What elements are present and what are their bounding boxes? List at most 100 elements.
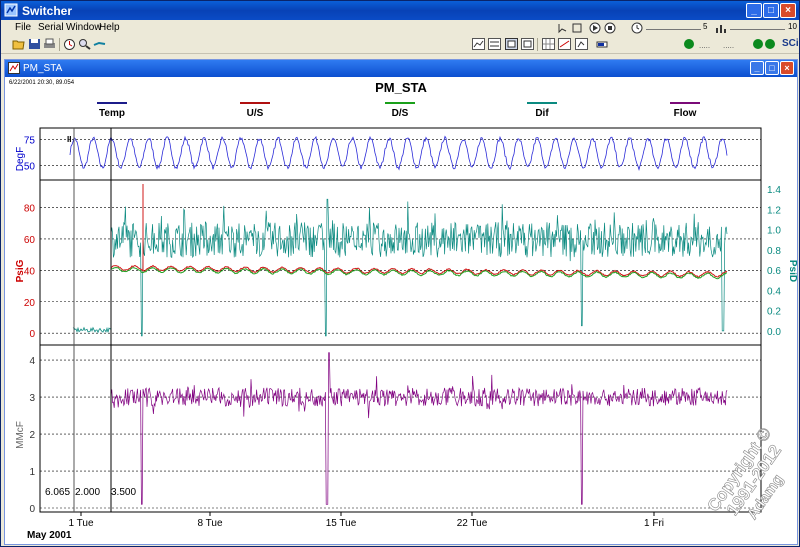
legend-label-2: D/S bbox=[392, 108, 409, 119]
flow-series-line bbox=[110, 352, 728, 505]
timestamp-readout: 6/22/2001 20:30, 89.054 bbox=[9, 80, 75, 86]
stop-icon[interactable] bbox=[604, 22, 616, 34]
tick-psid: 0.8 bbox=[767, 246, 781, 257]
tick-flow: 0 bbox=[29, 504, 35, 515]
battery-icon[interactable] bbox=[596, 38, 609, 50]
legend-label-3: Dif bbox=[535, 108, 549, 119]
clock-icon[interactable] bbox=[631, 22, 643, 34]
chart-title: PM_STA bbox=[375, 80, 427, 95]
chart-view-icon-1[interactable] bbox=[472, 38, 485, 50]
legend-label-4: Flow bbox=[674, 108, 697, 119]
panel-frames bbox=[39, 127, 762, 513]
status-led-1 bbox=[684, 39, 694, 49]
tick-flow: 1 bbox=[29, 467, 35, 478]
play-icon[interactable] bbox=[589, 22, 601, 34]
x-tick-label-3: 22 Tue bbox=[457, 518, 488, 529]
mmcf-axis-label: MMcF bbox=[15, 421, 26, 449]
toolbar-separator bbox=[59, 38, 60, 51]
menu-file[interactable]: File bbox=[15, 22, 31, 33]
temp-series-line bbox=[69, 135, 728, 171]
plot-frame bbox=[39, 127, 762, 513]
menu-bar: File Serial Window Help 5 10 bbox=[1, 20, 799, 35]
menu-serial[interactable]: Serial bbox=[38, 22, 64, 33]
title-bar[interactable]: Switcher _ □ × bbox=[1, 1, 799, 20]
marker-value-1: 6.065 bbox=[45, 487, 70, 498]
dif-series-line bbox=[110, 198, 728, 337]
tick-psid: 1.4 bbox=[767, 185, 781, 196]
range-max: 10 bbox=[788, 22, 797, 31]
grid-lines bbox=[40, 139, 761, 509]
tick-temp: 75 bbox=[24, 135, 36, 146]
cursor-icon[interactable] bbox=[558, 24, 567, 34]
tick-flow: 3 bbox=[29, 393, 35, 404]
chart-view-icon-3[interactable] bbox=[505, 38, 518, 50]
x-tick-label-1: 8 Tue bbox=[197, 518, 222, 529]
dif-prestart-line bbox=[72, 326, 112, 334]
tick-psid: 0.4 bbox=[767, 286, 781, 297]
open-folder-icon[interactable] bbox=[12, 38, 25, 50]
copyright-watermark: Copyright © 1991-2012 Adamg bbox=[703, 424, 787, 523]
status-led-3 bbox=[765, 39, 775, 49]
doc-close-button[interactable]: × bbox=[780, 61, 794, 75]
marker-value-3: 3.500 bbox=[111, 487, 136, 498]
export-icon[interactable] bbox=[575, 38, 588, 50]
tick-psid: 0.0 bbox=[767, 327, 781, 338]
status-dots-2: ..... bbox=[723, 41, 735, 50]
legend: Temp U/S D/S Dif Flow bbox=[97, 102, 700, 119]
minimize-button[interactable]: _ bbox=[746, 3, 762, 18]
connect-icon[interactable] bbox=[93, 38, 106, 50]
tick-psid: 1.0 bbox=[767, 226, 781, 237]
marker-value-2: 2.000 bbox=[75, 487, 100, 498]
degf-axis-label: DegF bbox=[15, 147, 26, 171]
series-lines bbox=[69, 135, 728, 505]
toolbar: ..... ..... SCi bbox=[1, 35, 799, 54]
scale-icon[interactable] bbox=[558, 38, 571, 50]
tick-psig: 80 bbox=[24, 204, 36, 215]
tick-psid: 1.2 bbox=[767, 205, 781, 216]
x-tick-label-2: 15 Tue bbox=[326, 518, 357, 529]
speed-value: 5 bbox=[703, 22, 708, 31]
app-icon bbox=[4, 3, 18, 17]
doc-minimize-button[interactable]: _ bbox=[750, 61, 764, 75]
close-button[interactable]: × bbox=[780, 3, 796, 18]
x-tick-label-4: 1 Fri bbox=[644, 518, 664, 529]
tick-psig: 60 bbox=[24, 235, 36, 246]
legend-label-0: Temp bbox=[99, 108, 125, 119]
toolbar-separator bbox=[537, 38, 538, 51]
save-icon[interactable] bbox=[28, 38, 41, 50]
print-icon[interactable] bbox=[43, 38, 56, 50]
maximize-button[interactable]: □ bbox=[763, 3, 779, 18]
window-title: Switcher bbox=[22, 4, 73, 18]
psid-axis-label: PsiD bbox=[787, 260, 797, 282]
step-icon[interactable] bbox=[572, 23, 582, 33]
range-slider[interactable] bbox=[730, 29, 785, 30]
legend-label-1: U/S bbox=[247, 108, 264, 119]
bar-chart-icon[interactable] bbox=[715, 22, 727, 34]
doc-maximize-button[interactable]: □ bbox=[765, 61, 779, 75]
stopwatch-icon[interactable] bbox=[63, 38, 76, 50]
cursor-marker: II bbox=[67, 135, 71, 144]
status-led-2 bbox=[753, 39, 763, 49]
sci-label[interactable]: SCi bbox=[782, 38, 799, 49]
x-tick-label-0: 1 Tue bbox=[68, 518, 93, 529]
menu-window[interactable]: Window bbox=[66, 22, 102, 33]
switcher-window: Switcher _ □ × File Serial Window Help 5… bbox=[0, 0, 800, 547]
document-window: PM_STA _ □ × 6/22/2001 20:30, 89.054 PM_… bbox=[4, 59, 798, 545]
tick-flow: 2 bbox=[29, 430, 35, 441]
document-icon bbox=[8, 62, 20, 74]
menu-help[interactable]: Help bbox=[99, 22, 120, 33]
psig-axis-label: PsiG bbox=[15, 259, 26, 282]
document-title-bar[interactable]: PM_STA _ □ × bbox=[5, 60, 797, 77]
zoom-icon[interactable] bbox=[78, 38, 91, 50]
document-title: PM_STA bbox=[23, 63, 63, 74]
trend-chart[interactable]: 6/22/2001 20:30, 89.054 PM_STA Temp U/S D/… bbox=[5, 77, 797, 544]
axis-ticks: 75500204060800.00.20.40.60.81.01.21.4012… bbox=[24, 135, 781, 515]
tick-psig: 0 bbox=[29, 329, 35, 340]
cursor-lines[interactable] bbox=[73, 128, 112, 512]
grid-icon[interactable] bbox=[542, 38, 555, 50]
chart-view-icon-2[interactable] bbox=[488, 38, 501, 50]
chart-view-icon-4[interactable] bbox=[521, 38, 534, 50]
tick-psid: 0.2 bbox=[767, 307, 781, 318]
speed-slider[interactable] bbox=[646, 29, 701, 30]
tick-flow: 4 bbox=[29, 356, 35, 367]
